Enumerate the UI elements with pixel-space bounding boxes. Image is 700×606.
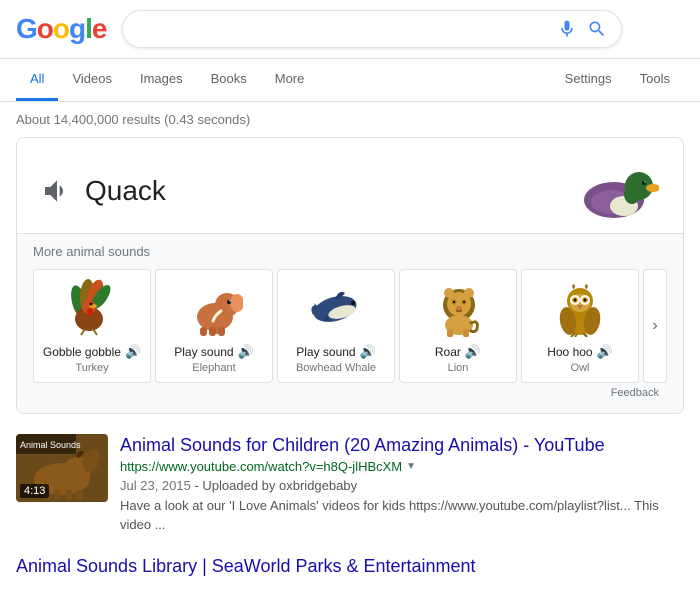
video-duration: 4:13 xyxy=(20,484,49,498)
owl-species: Owl xyxy=(528,362,632,374)
svg-text:Animal Sounds: Animal Sounds xyxy=(20,440,81,450)
tab-more[interactable]: More xyxy=(261,59,319,101)
owl-sound-icon[interactable]: 🔊 xyxy=(597,344,613,360)
tab-videos[interactable]: Videos xyxy=(58,59,126,101)
whale-species: Bowhead Whale xyxy=(284,362,388,374)
turkey-sound-icon[interactable]: 🔊 xyxy=(125,344,141,360)
tab-images[interactable]: Images xyxy=(126,59,197,101)
nav-tabs: All Videos Images Books More Settings To… xyxy=(0,59,700,102)
lion-sound-icon[interactable]: 🔊 xyxy=(465,344,481,360)
result-item-2: Animal Sounds Library | SeaWorld Parks &… xyxy=(16,555,684,578)
animals-row: Gobble gobble 🔊 Turkey xyxy=(33,269,667,383)
result-thumbnail-1[interactable]: Animal Sounds 4:13 xyxy=(16,434,108,502)
search-bar: animal sounds xyxy=(122,10,622,48)
tab-tools[interactable]: Tools xyxy=(626,59,684,101)
animal-card-whale[interactable]: Play sound 🔊 Bowhead Whale xyxy=(277,269,395,383)
feedback-label[interactable]: Feedback xyxy=(33,383,667,403)
elephant-name: Play sound xyxy=(174,345,233,359)
whale-name: Play sound xyxy=(296,345,355,359)
lion-name: Roar xyxy=(435,345,461,359)
animal-card-owl[interactable]: Hoo hoo 🔊 Owl xyxy=(521,269,639,383)
next-animals-button[interactable]: › xyxy=(643,269,667,383)
quack-label: Quack xyxy=(85,175,166,207)
elephant-sound-icon[interactable]: 🔊 xyxy=(238,344,254,360)
result-url-1: https://www.youtube.com/watch?v=h8Q-jlHB… xyxy=(120,459,684,474)
animal-card-lion[interactable]: Roar 🔊 Lion xyxy=(399,269,517,383)
turkey-name: Gobble gobble xyxy=(43,345,121,359)
url-dropdown-icon[interactable]: ▼ xyxy=(406,461,416,472)
speaker-icon[interactable] xyxy=(41,175,73,207)
result-snippet-1: Jul 23, 2015 - Uploaded by oxbridgebaby … xyxy=(120,476,684,535)
animal-card-turkey[interactable]: Gobble gobble 🔊 Turkey xyxy=(33,269,151,383)
tab-books[interactable]: Books xyxy=(197,59,261,101)
header: Google animal sounds xyxy=(0,0,700,59)
more-sounds-title: More animal sounds xyxy=(33,244,667,259)
whale-sound-icon[interactable]: 🔊 xyxy=(360,344,376,360)
turkey-species: Turkey xyxy=(40,362,144,374)
elephant-species: Elephant xyxy=(162,362,266,374)
knowledge-card: Quack More animal sounds xyxy=(16,137,684,414)
tab-settings[interactable]: Settings xyxy=(551,59,626,101)
tab-all[interactable]: All xyxy=(16,59,58,101)
results-count: About 14,400,000 results (0.43 seconds) xyxy=(0,102,700,137)
owl-name: Hoo hoo xyxy=(547,345,592,359)
lion-species: Lion xyxy=(406,362,510,374)
search-input[interactable]: animal sounds xyxy=(137,20,557,38)
result-item-1: Animal Sounds 4:13 Animal Sounds for Chi… xyxy=(16,434,684,535)
duck-image xyxy=(569,158,659,223)
search-icon[interactable] xyxy=(587,19,607,39)
mic-icon[interactable] xyxy=(557,19,577,39)
result-text-1: Animal Sounds for Children (20 Amazing A… xyxy=(120,434,684,535)
result-title-1[interactable]: Animal Sounds for Children (20 Amazing A… xyxy=(120,435,605,455)
animal-card-elephant[interactable]: Play sound 🔊 Elephant xyxy=(155,269,273,383)
result-title-2[interactable]: Animal Sounds Library | SeaWorld Parks &… xyxy=(16,556,476,576)
results-section: Animal Sounds 4:13 Animal Sounds for Chi… xyxy=(0,426,700,606)
more-sounds-section: More animal sounds xyxy=(17,233,683,413)
google-logo: Google xyxy=(16,13,106,45)
